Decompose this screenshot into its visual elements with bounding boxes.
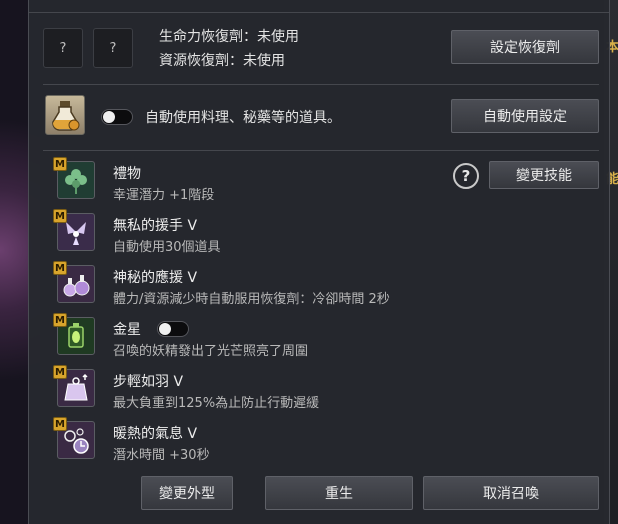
potion-icon — [45, 95, 85, 135]
auto-use-description: 自動使用料理、秘藥等的道具。 — [145, 110, 341, 126]
skill-name: 暖熱的氣息 V — [113, 426, 198, 442]
venus-toggle[interactable] — [157, 321, 189, 337]
hp-potion-slot[interactable]: ? — [43, 28, 83, 68]
divider-2 — [43, 150, 599, 151]
skill-description: 最大負重到125%為止防止行動遲緩 — [113, 396, 320, 411]
skill-item: M 金星 召喚的妖精發出了光芒照亮了周圍 — [53, 313, 453, 361]
mastery-badge: M — [53, 365, 67, 379]
divider-1 — [43, 84, 599, 85]
hp-potion-status: 生命力恢復劑：未使用 — [159, 29, 299, 45]
panel-top-border — [29, 12, 609, 13]
pet-panel: ? ? 生命力恢復劑：未使用 資源恢復劑：未使用 設定恢復劑 自動使用料理、秘藥… — [28, 0, 610, 524]
slot-1-label: ? — [59, 40, 67, 56]
skill-description: 自動使用30個道具 — [113, 240, 221, 255]
help-icon[interactable]: ? — [453, 163, 479, 189]
mastery-badge: M — [53, 417, 67, 431]
mp-potion-slot[interactable]: ? — [93, 28, 133, 68]
help-icon-glyph: ? — [461, 167, 471, 185]
mp-potion-status: 資源恢復劑：未使用 — [159, 53, 285, 69]
skill-name: 步輕如羽 V — [113, 374, 184, 390]
mastery-badge: M — [53, 209, 67, 223]
skill-name: 金星 — [113, 322, 141, 338]
mastery-badge: M — [53, 261, 67, 275]
skill-description: 潛水時間 +30秒 — [113, 448, 210, 463]
skill-description: 幸運潛力 +1階段 — [113, 188, 215, 203]
skill-name: 無私的援手 V — [113, 218, 198, 234]
skill-name: 神秘的應援 V — [113, 270, 198, 286]
skill-item: M 步輕如羽 V 最大負重到125%為止防止行動遲緩 — [53, 365, 453, 413]
rebirth-button[interactable]: 重生 — [265, 476, 413, 510]
mastery-badge: M — [53, 313, 67, 327]
change-appearance-button[interactable]: 變更外型 — [141, 476, 233, 510]
cancel-summon-button[interactable]: 取消召喚 — [423, 476, 599, 510]
skill-item: M 無私的援手 V 自動使用30個道具 — [53, 209, 453, 257]
skill-item: M 神秘的應援 V 體力/資源減少時自動服用恢復劑：冷卻時間 2秒 — [53, 261, 453, 309]
skill-name: 禮物 — [113, 166, 141, 182]
set-recovery-button[interactable]: 設定恢復劑 — [451, 30, 599, 64]
skill-item: M 禮物 幸運潛力 +1階段 — [53, 157, 453, 205]
change-skill-button[interactable]: 變更技能 — [489, 161, 599, 189]
skill-description: 體力/資源減少時自動服用恢復劑：冷卻時間 2秒 — [113, 292, 390, 307]
skill-item: M 暖熱的氣息 V 潛水時間 +30秒 — [53, 417, 453, 465]
auto-use-toggle[interactable] — [101, 109, 133, 125]
mastery-badge: M — [53, 157, 67, 171]
slot-2-label: ? — [109, 40, 117, 56]
auto-use-settings-button[interactable]: 自動使用設定 — [451, 99, 599, 133]
skill-description: 召喚的妖精發出了光芒照亮了周圍 — [113, 344, 309, 359]
